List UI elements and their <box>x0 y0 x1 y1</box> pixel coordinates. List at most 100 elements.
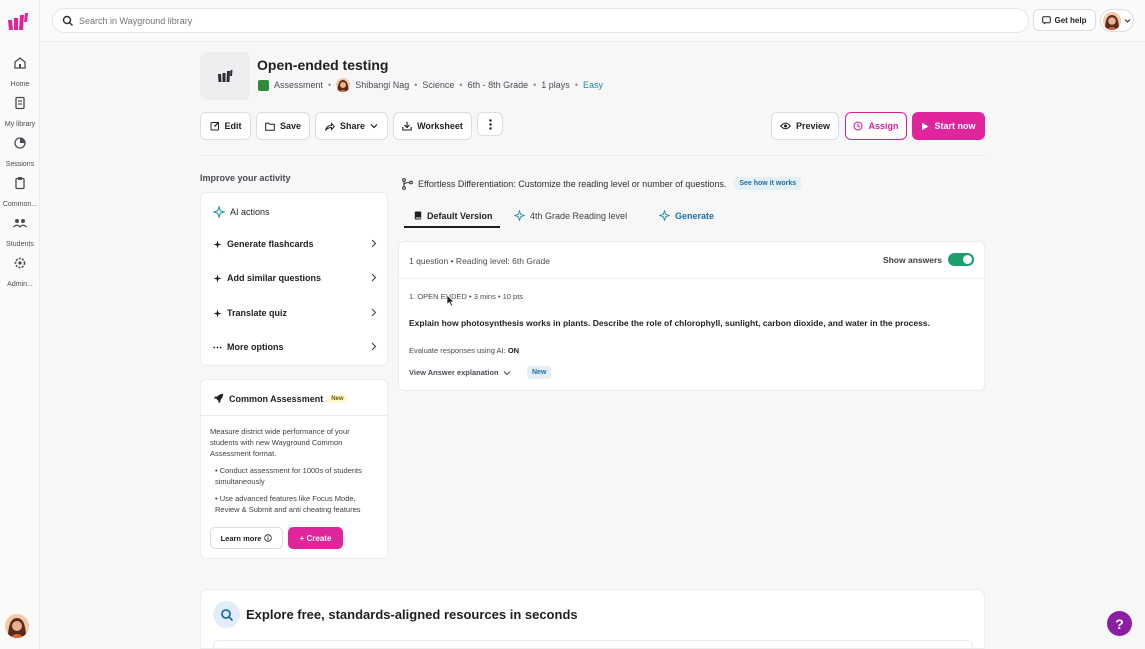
sidebar-item-common[interactable]: Common... <box>0 175 40 208</box>
sidebar-item-label: Home <box>10 81 30 88</box>
sparkle-icon <box>514 210 525 221</box>
sidebar-item-students[interactable]: Students <box>0 215 40 248</box>
show-answers-toggle[interactable] <box>948 253 974 266</box>
menu-item-label: Add similar questions <box>227 273 322 283</box>
tab-label: 4th Grade Reading level <box>530 210 628 221</box>
wayground-logo[interactable] <box>7 12 29 32</box>
sparkle-icon <box>213 309 222 317</box>
common-assessment-label: Common Assessment <box>229 393 324 404</box>
tab-default-version[interactable]: Default Version <box>414 203 493 228</box>
author-name[interactable]: Shibangi Nag <box>355 80 409 90</box>
sparkle-icon <box>213 274 222 282</box>
search-bar[interactable] <box>52 8 1029 33</box>
students-icon <box>13 219 27 228</box>
start-now-button[interactable]: Start now <box>912 112 985 140</box>
home-icon <box>14 57 26 69</box>
chevron-right-icon <box>371 239 377 248</box>
questions-panel: 1 question • Reading level: 6th Grade Sh… <box>398 241 985 391</box>
search-icon <box>213 601 240 628</box>
assessment-icon <box>258 79 269 91</box>
tab-4th-grade-reading[interactable]: 4th Grade Reading level <box>514 203 627 228</box>
save-button[interactable]: Save <box>256 112 310 140</box>
add-similar-questions-item[interactable]: Add similar questions <box>213 271 377 285</box>
clipboard-icon <box>15 177 25 190</box>
separator: • <box>574 80 578 90</box>
common-assessment-header: Common Assessment New <box>201 380 387 416</box>
assign-label: Assign <box>868 121 899 131</box>
common-assessment-body: Measure district wide performance of you… <box>210 426 380 521</box>
see-how-it-works-link[interactable]: See how it works <box>734 177 802 190</box>
chevron-right-icon <box>371 308 377 317</box>
sidebar-item-home[interactable]: Home <box>0 55 40 88</box>
sidebar-item-label: Admin... <box>7 281 33 288</box>
search-input[interactable] <box>79 12 979 30</box>
quiz-type: Assessment <box>274 80 324 90</box>
show-answers-control: Show answers <box>883 253 974 266</box>
page-title: Open-ended testing <box>257 57 389 73</box>
menu-item-label: Translate quiz <box>227 308 288 318</box>
sidebar-item-admin[interactable]: Admin... <box>0 255 40 288</box>
help-button[interactable]: ? <box>1107 611 1132 636</box>
chevron-right-icon <box>371 342 377 351</box>
sidebar-item-label: Sessions <box>5 161 35 168</box>
user-avatar[interactable] <box>5 614 29 638</box>
chevron-down-icon <box>370 124 378 129</box>
sidebar-item-sessions[interactable]: Sessions <box>0 135 40 168</box>
edit-button[interactable]: Edit <box>200 112 251 140</box>
sidebar: Home My library Sessions Common... Stude… <box>0 0 40 649</box>
ai-evaluation-status: Evaluate responses using AI: ON <box>409 346 519 355</box>
bullet-item: • Conduct assessment for 1000s of studen… <box>215 466 362 486</box>
explore-title: Explore free, standards-aligned resource… <box>246 607 578 622</box>
tab-generate[interactable]: Generate <box>659 203 714 228</box>
differentiation-banner: Effortless Differentiation: Customize th… <box>402 176 802 191</box>
share-label: Share <box>339 121 365 131</box>
learn-more-label: Learn more <box>220 533 262 543</box>
more-options-button[interactable] <box>477 112 503 136</box>
share-button[interactable]: Share <box>315 112 388 140</box>
get-help-button[interactable]: Get help <box>1033 9 1096 31</box>
edit-icon <box>210 121 219 131</box>
play-icon <box>922 122 929 130</box>
question-summary: 1 question • Reading level: 6th Grade <box>409 256 550 266</box>
wayground-logo <box>218 70 233 82</box>
app-frame: Home My library Sessions Common... Stude… <box>0 0 1145 649</box>
profile-menu[interactable] <box>1100 9 1134 32</box>
preview-label: Preview <box>795 121 831 131</box>
branch-icon <box>402 177 413 190</box>
ai-evaluation-value: ON <box>507 346 520 355</box>
start-now-label: Start now <box>934 121 976 131</box>
gear-icon <box>14 257 26 269</box>
common-assessment-title: Common Assessment New <box>213 393 347 404</box>
sparkle-icon <box>213 240 222 248</box>
separator: • <box>459 80 463 90</box>
quiz-thumbnail <box>200 52 250 100</box>
sparkle-icon <box>659 210 670 221</box>
worksheet-button[interactable]: Worksheet <box>393 112 472 140</box>
tab-label: Default Version <box>427 210 493 221</box>
sessions-icon <box>14 137 26 149</box>
question-text: Explain how photosynthesis works in plan… <box>409 318 930 328</box>
save-label: Save <box>279 121 302 131</box>
more-options-item[interactable]: More options <box>213 340 377 354</box>
menu-item-label: More options <box>227 342 284 352</box>
new-badge: New <box>328 394 347 403</box>
preview-button[interactable]: Preview <box>771 112 839 140</box>
info-icon <box>264 534 273 542</box>
grade: 6th - 8th Grade <box>467 80 529 90</box>
help-chat-icon <box>1042 15 1052 24</box>
book-icon <box>414 211 422 220</box>
difficulty: Easy <box>582 80 603 90</box>
learn-more-button[interactable]: Learn more <box>210 527 283 549</box>
separator: • <box>533 80 537 90</box>
translate-quiz-item[interactable]: Translate quiz <box>213 306 377 320</box>
plays-count: 1 plays <box>541 80 570 90</box>
assign-button[interactable]: Assign <box>845 112 907 140</box>
separator: • <box>414 80 418 90</box>
create-button[interactable]: + Create <box>288 527 343 549</box>
author-avatar <box>336 78 351 92</box>
tab-label: Generate <box>675 210 715 221</box>
view-answer-explanation-toggle[interactable]: View Answer explanation <box>409 368 511 377</box>
generate-flashcards-item[interactable]: Generate flashcards <box>213 237 377 251</box>
sidebar-item-my-library[interactable]: My library <box>0 95 40 128</box>
explore-section: Explore free, standards-aligned resource… <box>200 589 985 649</box>
